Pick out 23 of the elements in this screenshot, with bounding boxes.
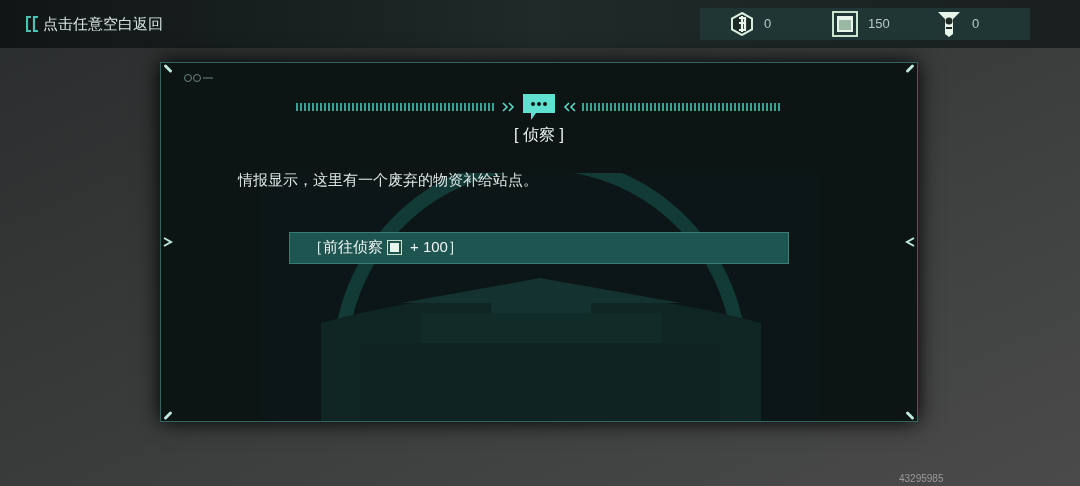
resource-count: 150	[868, 15, 891, 34]
right-chevron-icon	[905, 237, 915, 247]
chat-bubble-icon	[522, 93, 556, 121]
crate-icon	[387, 240, 402, 255]
dialog-message: 情报显示，这里有一个废弃的物资补给站点。	[238, 170, 538, 190]
dialog-title: [ 侦察 ]	[514, 125, 564, 145]
resource-count: 0	[764, 15, 773, 34]
corner-mark	[163, 63, 173, 74]
corner-mark	[905, 410, 915, 421]
dots-icon	[183, 73, 215, 83]
pennant-icon	[936, 10, 962, 38]
chevrons-icon	[562, 102, 576, 112]
corner-mark	[163, 410, 173, 421]
back-hint[interactable]: 点击任意空白返回	[43, 12, 163, 36]
user-id: 43295985	[899, 472, 944, 486]
crate-icon	[832, 11, 858, 37]
left-chevron-icon	[163, 237, 173, 247]
resource-count: 0	[972, 15, 981, 34]
corner-mark	[905, 63, 915, 74]
chevrons-icon	[502, 102, 516, 112]
bracket-icon	[26, 15, 40, 33]
option-button[interactable]: ［前往侦察 + 100］	[289, 231, 789, 264]
hexagon-coin-icon	[730, 12, 754, 36]
